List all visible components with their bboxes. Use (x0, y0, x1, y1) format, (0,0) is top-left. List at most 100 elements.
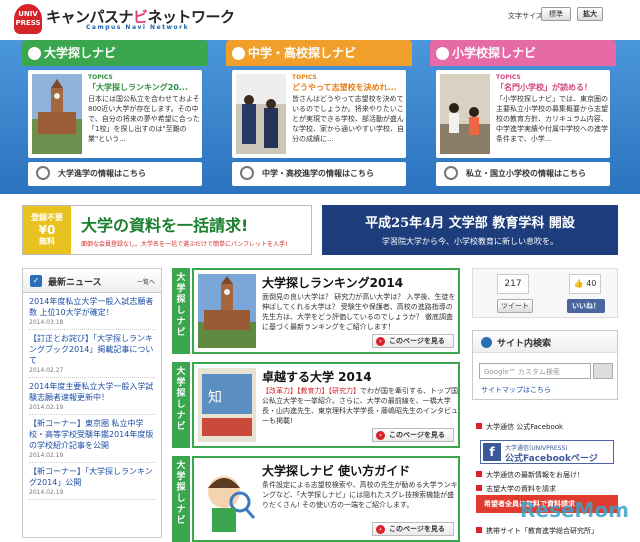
news-item[interactable]: 【新コーナー】東京圏 私立中学校・高等学校受験年鑑2014年度版の学校紹介記事を… (23, 415, 161, 463)
bullet-icon (476, 527, 482, 533)
news-item-date: 2014.02.19 (29, 451, 155, 463)
news-item-text[interactable]: 【訂正とお詫び】「大学探しランキングブック2014」掲載記事について (29, 333, 155, 366)
tab-university-navi[interactable]: 大学探しナビ (22, 40, 208, 66)
latest-info-link[interactable]: 大学通信の最新情報をお届け！ (476, 470, 584, 480)
news-item-text[interactable]: 2014年度私立大学一般入試志願者数 上位10大学が確定！ (29, 296, 155, 318)
news-item[interactable]: 2014年度主要私立大学一般入学試験志願者速報更新中！ 2014.02.19 (23, 378, 161, 415)
facebook-icon: f (483, 443, 501, 461)
tab-label: 大学探しナビ (44, 46, 117, 60)
topic-title[interactable]: どうやって志望校を決めれ... (292, 82, 404, 93)
elementary-info-link[interactable]: 私立・国立小学校の情報はこちら (436, 162, 610, 186)
junior-high-navi-icon (232, 47, 245, 60)
children-photo (440, 74, 490, 154)
free-badge-price: ¥0 (38, 223, 56, 237)
topic-title[interactable]: 「名門小学校」が読める！ (496, 82, 608, 93)
font-size-standard-button[interactable]: 標準 (541, 7, 571, 21)
article-title[interactable]: 大学探しランキング2014 (262, 274, 403, 291)
search-input[interactable]: Google™ カスタム検索 (479, 363, 591, 379)
link-label: 中学・高校進学の情報はこちら (262, 169, 374, 178)
magnifier-icon (36, 166, 50, 180)
navi-column-junior-high: 中学・高校探しナビ TOPICS どうやって志望校を決めれ... 皆さんはどうや… (226, 40, 412, 194)
view-page-button[interactable]: › このページを見る (372, 522, 454, 536)
topic-description: 日本には国公私立を合わせておよそ800近い大学が存在します。その中で、自分の将来… (88, 95, 200, 143)
view-page-button[interactable]: › このページを見る (372, 428, 454, 442)
article-excellent-universities: 大 学 探 し ナ ビ 知 卓越する大学 2014 【改革力】【教育力】【研究力… (172, 362, 460, 448)
brochure-request-banner[interactable]: 登録不要 ¥0 無料 大学の資料を一括請求! 面倒な会員登録なし。大学名を一括で選ぶ… (22, 205, 312, 255)
news-item[interactable]: 【新コーナー】「大学探しランキング2014」公開 2014.02.19 (23, 463, 161, 500)
navi-column-elementary: 小学校探しナビ TOPICS 「名門小学校」が読める！ 「小学校探しナビ」では、… (430, 40, 616, 194)
article-description-text: 条件設定による志望校検索や、高校の先生が勧める大学ランキングなど、「大学探しナビ… (262, 481, 458, 509)
topic-title[interactable]: 「大学探しランキング20... (88, 82, 200, 93)
junior-high-info-link[interactable]: 中学・高校進学の情報はこちら (232, 162, 406, 186)
banner-subtext: 学習院大学から今、小学校教育に新しい息吹を。 (382, 237, 558, 246)
news-item-text[interactable]: 【新コーナー】「大学探しランキング2014」公開 (29, 466, 155, 488)
facebook-like-button[interactable]: いいね！ (567, 299, 605, 313)
news-item-text[interactable]: 2014年度主要私立大学一般入学試験志願者速報更新中！ (29, 381, 155, 403)
news-item-date: 2014.02.19 (29, 488, 155, 500)
sitemap-link[interactable]: サイトマップはこちら (481, 385, 551, 395)
article-category-tab[interactable]: 大 学 探 し ナ ビ (172, 268, 190, 354)
facebook-page-banner[interactable]: f 大学通信(UNIVPRESS) 公式Facebookページ (480, 440, 614, 464)
university-building-image (198, 274, 256, 348)
thumbs-up-icon: 👍 (573, 279, 584, 288)
book-cover-image: 知 (198, 368, 256, 442)
tab-elementary-navi[interactable]: 小学校探しナビ (430, 40, 616, 66)
topics-label: TOPICS (292, 74, 317, 81)
students-photo (236, 74, 286, 154)
news-item-text[interactable]: 【新コーナー】東京圏 私立中学校・高等学校受験年鑑2014年度版の学校紹介記事を… (29, 418, 155, 451)
topic-card[interactable]: TOPICS どうやって志望校を決めれ... 皆さんはどうやって志望校を決めてい… (232, 70, 406, 158)
article-box: 大学探しランキング2014 面倒見の良い大学は？ 研究力が高い大学は？ 入学後、… (192, 268, 460, 354)
view-page-button[interactable]: › このページを見る (372, 334, 454, 348)
site-search-panel: サイト内検索 Google™ カスタム検索 サイトマップはこちら (472, 330, 618, 400)
tab-junior-high-navi[interactable]: 中学・高校探しナビ (226, 40, 412, 66)
social-share-box: 217 👍 40 ツイート いいね！ (472, 268, 618, 318)
bullet-icon (476, 485, 482, 491)
site-logo-subtitle: Campus Navi Network (86, 24, 190, 31)
button-label: このページを見る (389, 525, 445, 533)
link-label: 大学通信の最新情報をお届け！ (486, 471, 584, 479)
news-item[interactable]: 2014年度私立大学一般入試志願者数 上位10大学が確定！ 2014.03.18 (23, 293, 161, 330)
tweet-button[interactable]: ツイート (497, 299, 533, 313)
article-category-tab[interactable]: 大 学 探 し ナ ビ (172, 362, 190, 448)
like-count: 👍 40 (569, 274, 601, 294)
mobile-site-link[interactable]: 携帯サイト「教育進学総合研究所」 (476, 526, 598, 536)
magnifier-icon (240, 166, 254, 180)
article-title[interactable]: 卓越する大学 2014 (262, 368, 372, 385)
like-count-value: 40 (586, 279, 597, 288)
article-keywords: 【改革力】【教育力】【研究力】 (262, 387, 360, 395)
topic-description: 「小学校探しナビ」では、東京圏の主要私立小学校の募集概要から志望校の教育方針、カ… (496, 95, 608, 143)
button-label: このページを見る (389, 337, 445, 345)
article-category-tab[interactable]: 大 学 探 し ナ ビ (172, 456, 190, 542)
article-ranking: 大 学 探 し ナ ビ 大学探しランキング2014 面倒見の良い大学は？ 研究力… (172, 268, 460, 354)
news-header: ✓ 最新ニュース 一覧へ (23, 269, 161, 293)
topics-label: TOPICS (88, 74, 113, 81)
navi-column-university: 大学探しナビ TOPICS 「大学探しランキング20... 日本には国公私立を合… (22, 40, 208, 194)
article-usage-guide: 大 学 探 し ナ ビ 大学探しナビ 使い方ガイド 条件設定による志望校検索や、… (172, 456, 460, 542)
latest-news-panel: ✓ 最新ニュース 一覧へ 2014年度私立大学一般入試志願者数 上位10大学が確… (22, 268, 162, 538)
brochure-request-link[interactable]: 志望大学の資料を請求 (476, 484, 556, 494)
news-item[interactable]: 【訂正とお詫び】「大学探しランキングブック2014」掲載記事について 2014.0… (23, 330, 161, 378)
link-label: 志望大学の資料を請求 (486, 485, 556, 493)
magnifier-icon (444, 166, 458, 180)
article-title[interactable]: 大学探しナビ 使い方ガイド (262, 462, 410, 479)
search-title: サイト内検索 (497, 339, 552, 349)
article-description-text: 面倒見の良い大学は？ 研究力が高い大学は？ 入学後、生徒を伸ばしてくれる大学は？… (262, 293, 456, 331)
university-info-link[interactable]: 大学進学の情報はこちら (28, 162, 202, 186)
news-list-link[interactable]: 一覧へ (137, 277, 155, 286)
svg-text:知: 知 (208, 389, 222, 406)
article-box: 知 卓越する大学 2014 【改革力】【教育力】【研究力】でわが国を牽引する、ト… (192, 362, 460, 448)
search-button[interactable] (593, 363, 613, 379)
facebook-text-link[interactable]: 大学通信 公式Facebook (476, 422, 563, 432)
tab-label: 小学校探しナビ (452, 46, 537, 60)
link-label: 携帯サイト「教育進学総合研究所」 (486, 527, 598, 535)
fb-banner-title: 公式Facebookページ (505, 454, 598, 464)
free-badge-bottom: 無料 (39, 237, 55, 246)
topic-card[interactable]: TOPICS 「名門小学校」が読める！ 「小学校探しナビ」では、東京圏の主要私立… (436, 70, 610, 158)
news-item-date: 2014.03.18 (29, 318, 155, 330)
link-label: 大学進学の情報はこちら (58, 169, 146, 178)
topic-card[interactable]: TOPICS 「大学探しランキング20... 日本には国公私立を合わせておよそ8… (28, 70, 202, 158)
gakushuin-banner[interactable]: 平成25年4月 文学部 教育学科 開設 学習院大学から今、小学校教育に新しい息吹… (322, 205, 618, 255)
bullet-icon (476, 423, 482, 429)
univpress-logo[interactable]: UNIV PRESS (14, 4, 42, 34)
font-size-large-button[interactable]: 拡大 (577, 7, 603, 21)
